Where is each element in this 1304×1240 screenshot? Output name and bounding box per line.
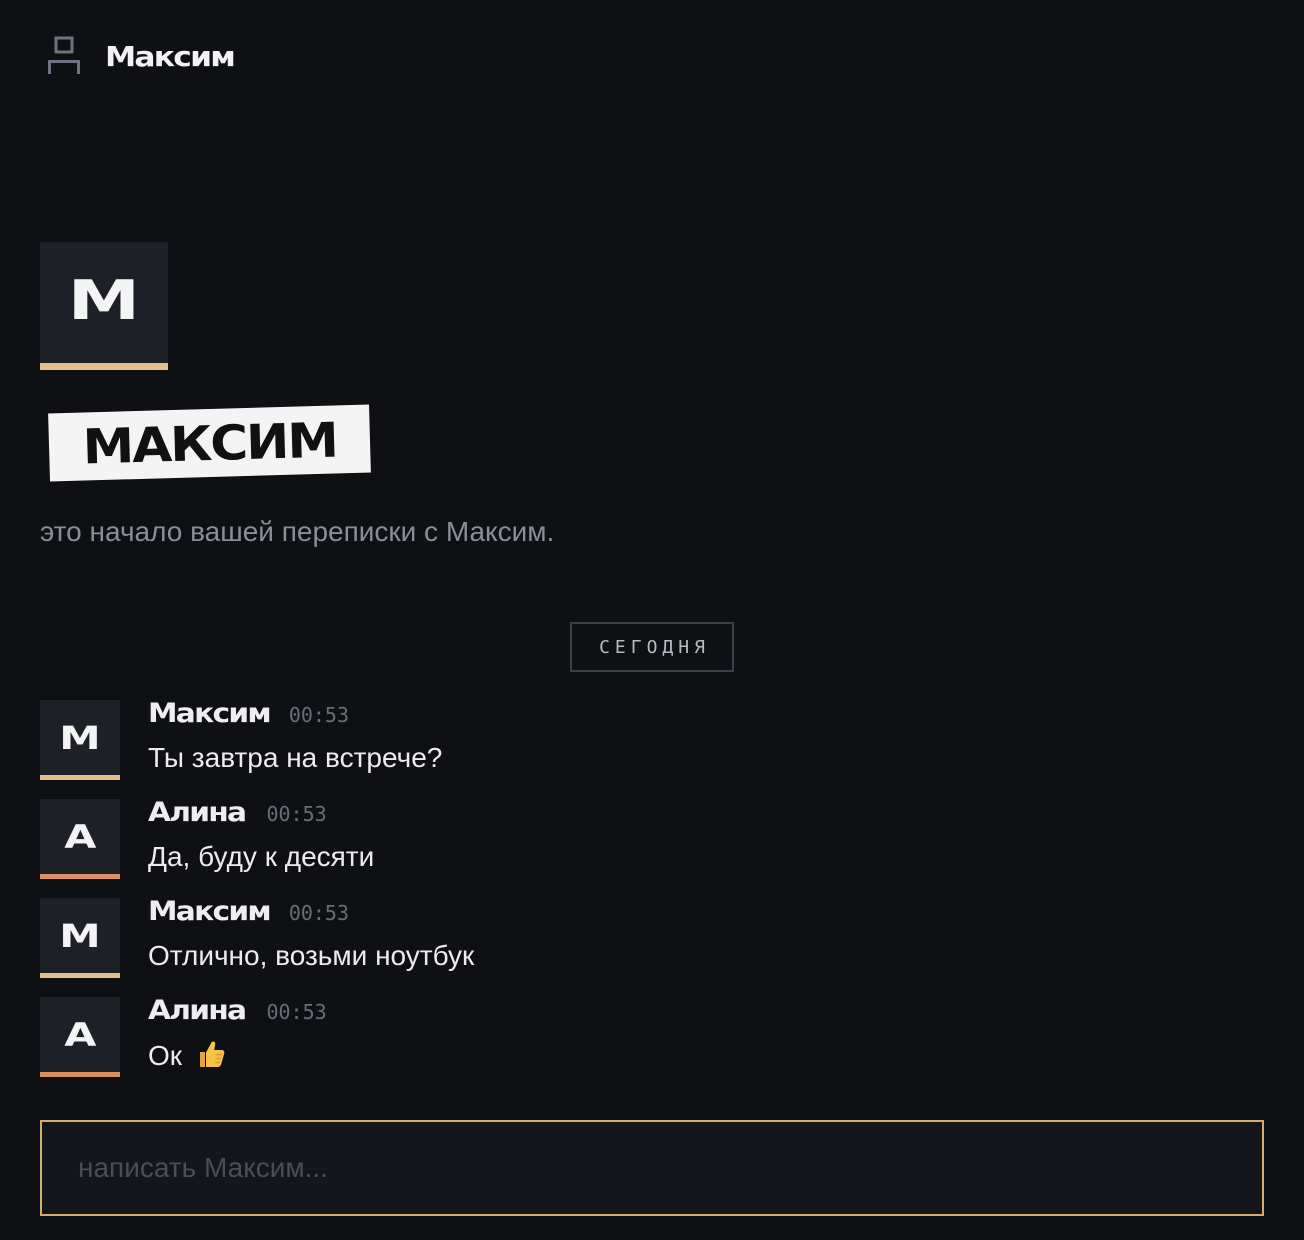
avatar[interactable]: А	[40, 997, 120, 1077]
message[interactable]: М Максим 00:53 Отлично, возьми ноутбук	[40, 896, 1264, 997]
message-author[interactable]: Максим	[148, 896, 272, 927]
message-header: Алина 00:53	[148, 995, 327, 1029]
message-time: 00:53	[266, 802, 327, 826]
message-author[interactable]: Максим	[148, 698, 272, 729]
avatar-initial: А	[63, 817, 97, 856]
user-icon	[40, 32, 88, 80]
profile-avatar: М	[40, 242, 168, 370]
avatar-initial: А	[63, 1015, 97, 1054]
message-header: Алина 00:53	[148, 797, 327, 831]
message-text: Ок	[148, 1040, 183, 1071]
message-author[interactable]: Алина	[148, 797, 247, 828]
message-text: Отлично, возьми ноутбук	[148, 940, 475, 971]
message-header: Максим 00:53	[148, 896, 349, 930]
message-time: 00:53	[266, 1000, 327, 1024]
message-text-wrap: Ок	[148, 1039, 226, 1072]
chat-header: Максим	[40, 32, 236, 80]
message-time: 00:53	[288, 901, 350, 925]
thumbs-up-icon	[196, 1039, 226, 1069]
profile-name-banner: МАКСИМ	[48, 404, 371, 482]
avatar[interactable]: М	[40, 898, 120, 978]
message-input[interactable]	[42, 1122, 1262, 1214]
avatar[interactable]: М	[40, 700, 120, 780]
conversation-intro: это начало вашей переписки с Максим.	[40, 516, 555, 547]
message-composer[interactable]	[40, 1120, 1264, 1216]
message-author[interactable]: Алина	[148, 995, 247, 1026]
avatar-initial: М	[59, 718, 101, 757]
message-header: Максим 00:53	[148, 698, 349, 732]
message-time: 00:53	[288, 703, 350, 727]
avatar[interactable]: А	[40, 799, 120, 879]
message-text: Ты завтра на встрече?	[148, 742, 443, 773]
date-divider-label: СЕГОДНЯ	[599, 636, 710, 658]
avatar-initial: М	[59, 916, 101, 955]
message[interactable]: М Максим 00:53 Ты завтра на встрече?	[40, 698, 1264, 799]
profile-name: МАКСИМ	[81, 412, 338, 476]
profile-avatar-letter: М	[67, 269, 141, 332]
message-list: М Максим 00:53 Ты завтра на встрече? А А…	[40, 698, 1264, 1096]
message[interactable]: А Алина 00:53 Да, буду к десяти	[40, 797, 1264, 898]
date-divider: СЕГОДНЯ	[570, 622, 734, 672]
chat-title: Максим	[105, 39, 236, 73]
message[interactable]: А Алина 00:53 Ок	[40, 995, 1264, 1096]
message-text: Да, буду к десяти	[148, 841, 375, 872]
